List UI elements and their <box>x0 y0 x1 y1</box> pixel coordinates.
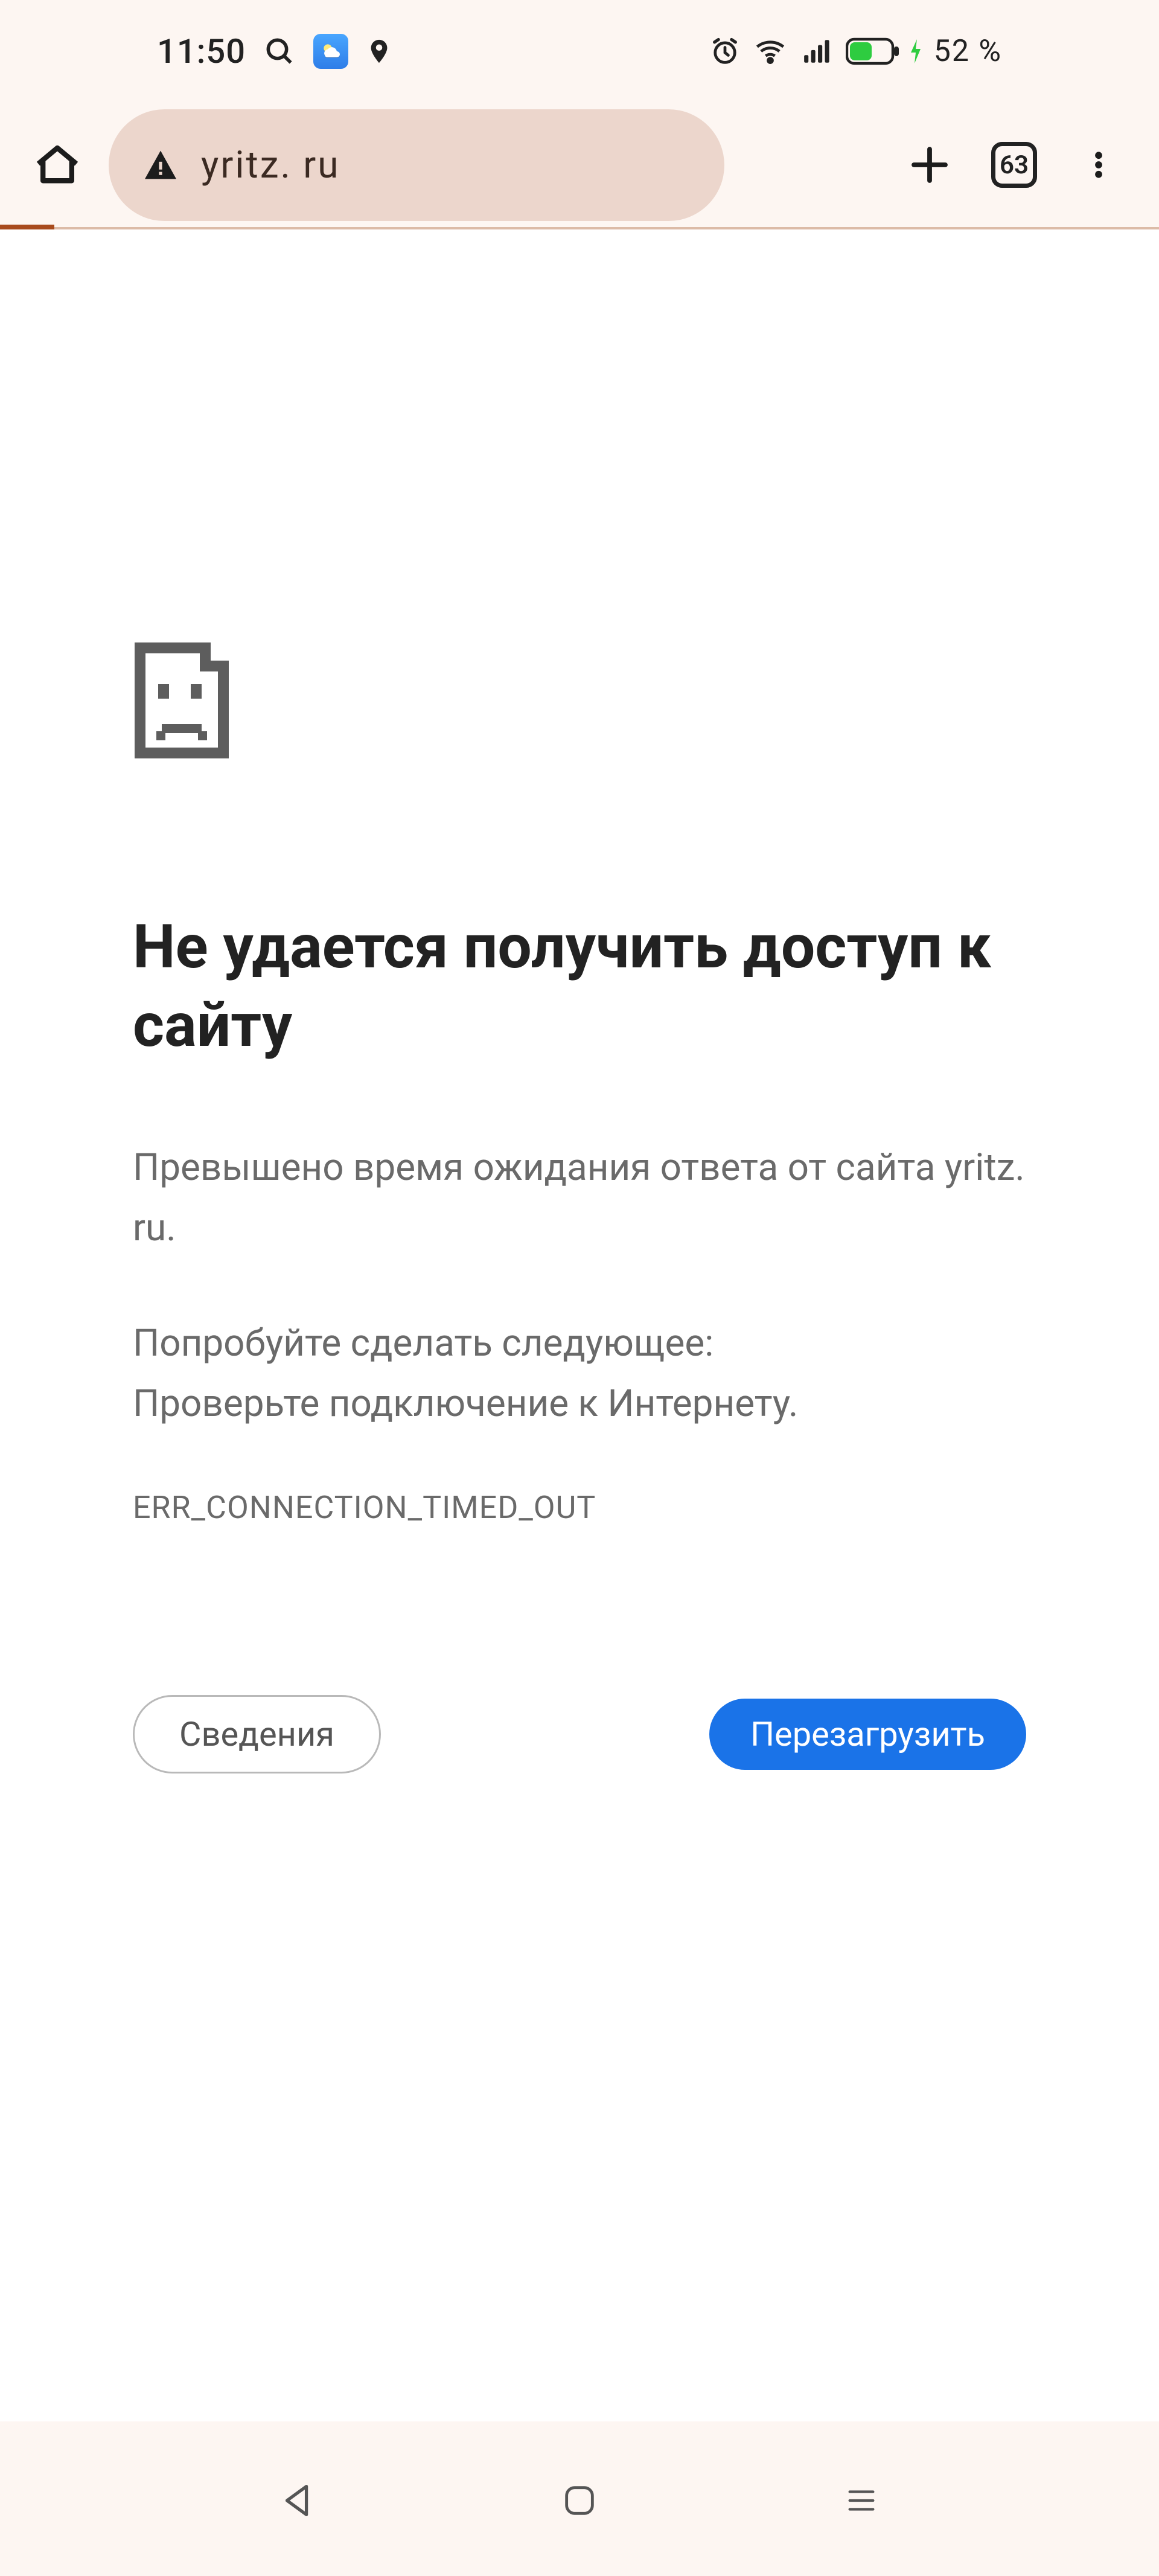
alarm-icon <box>709 36 741 67</box>
error-title: Не удается получить доступ к сайту <box>133 908 1026 1065</box>
status-right: 52 % <box>709 34 1002 69</box>
details-button[interactable]: Сведения <box>133 1695 381 1773</box>
status-bar: 11:50 <box>0 0 1159 103</box>
recents-button[interactable] <box>831 2470 892 2531</box>
insecure-site-icon <box>142 146 179 184</box>
tabs-button[interactable]: 63 <box>984 135 1044 195</box>
url-text: yritz. ru <box>201 143 340 187</box>
charging-icon <box>907 37 924 66</box>
error-suggestion-intro: Попробуйте сделать следующее: <box>133 1321 714 1365</box>
error-message-2: Попробуйте сделать следующее: Проверьте … <box>133 1313 1026 1435</box>
error-actions: Сведения Перезагрузить <box>133 1695 1026 1773</box>
error-page: Не удается получить доступ к сайту Превы… <box>0 229 1159 2421</box>
weather-app-icon <box>313 34 348 69</box>
error-code: ERR_CONNECTION_TIMED_OUT <box>133 1489 1026 1526</box>
search-icon <box>263 34 296 68</box>
wifi-icon <box>753 36 788 67</box>
page-load-progress <box>0 225 54 229</box>
clock: 11:50 <box>157 31 246 71</box>
browser-toolbar: yritz. ru 63 <box>0 103 1159 229</box>
new-tab-button[interactable] <box>899 135 960 195</box>
battery-indicator: 52 % <box>846 34 1002 69</box>
back-button[interactable] <box>267 2470 328 2531</box>
status-left: 11:50 <box>157 31 393 71</box>
home-button[interactable] <box>30 138 85 192</box>
tab-count: 63 <box>1000 150 1029 180</box>
error-suggestion-item: Проверьте подключение к Интернету. <box>133 1382 798 1426</box>
sad-document-icon <box>133 640 1026 763</box>
error-message-1: Превышено время ожидания ответа от сайта… <box>133 1138 1026 1259</box>
home-nav-button[interactable] <box>549 2470 610 2531</box>
address-bar[interactable]: yritz. ru <box>109 109 724 221</box>
location-icon <box>365 34 393 68</box>
battery-percent: 52 % <box>934 34 1002 69</box>
menu-button[interactable] <box>1068 135 1129 195</box>
system-nav-bar <box>0 2425 1159 2576</box>
reload-button[interactable]: Перезагрузить <box>709 1699 1026 1770</box>
signal-icon <box>800 36 834 66</box>
